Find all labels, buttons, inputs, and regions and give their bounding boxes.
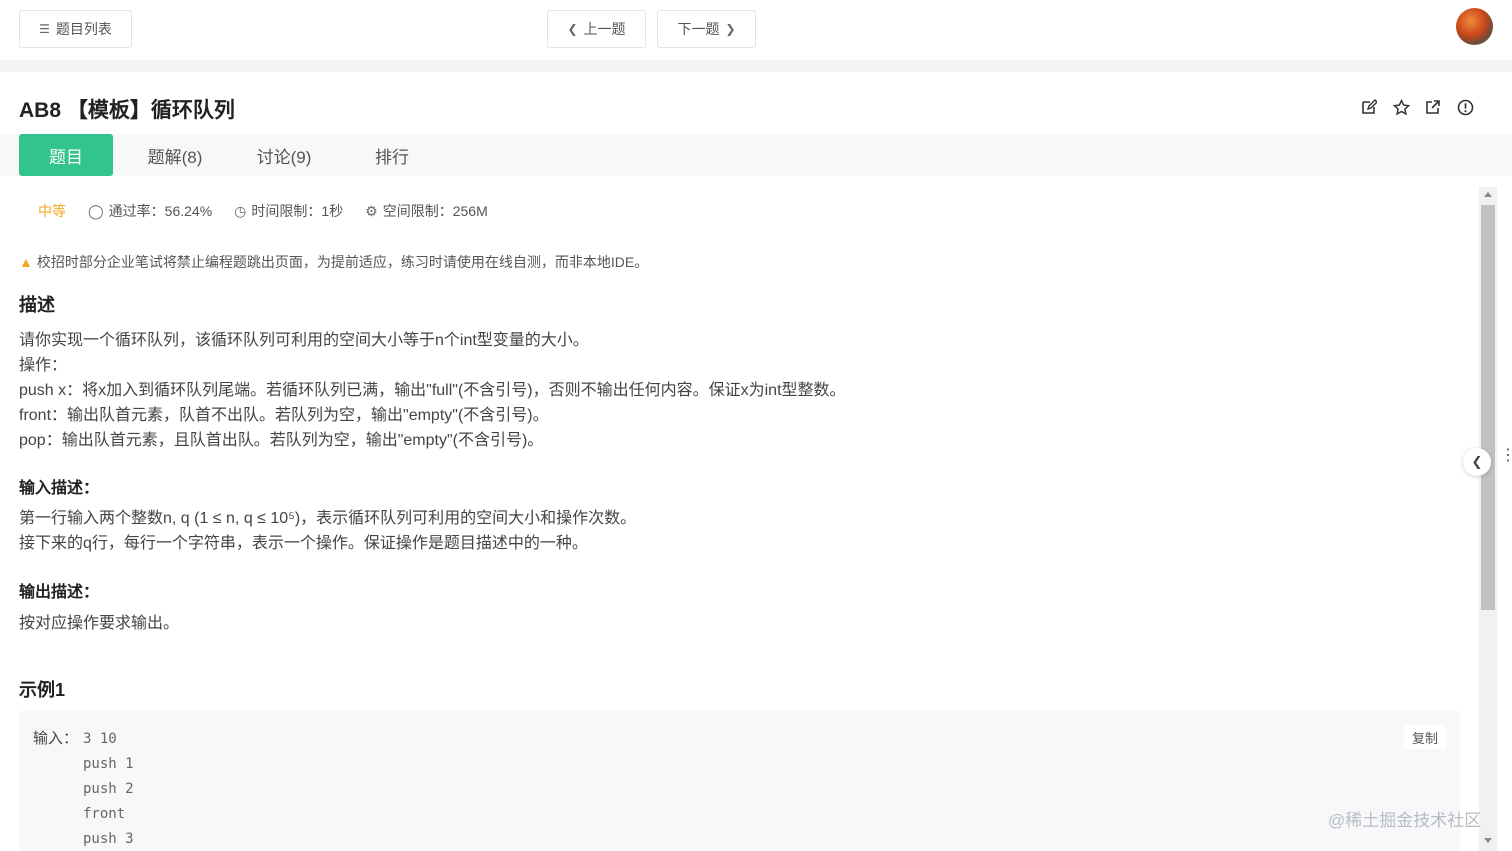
description-line: push x：将x加入到循环队列尾端。若循环队列已满，输出"full"(不含引号… [19,382,846,399]
memory-limit-text: 空间限制：256M [382,203,488,219]
input-body: 第一行输入两个整数n, q (1 ≤ n, q ≤ 10⁵)，表示循环队列可利用… [19,506,636,556]
output-text: 按对应操作要求输出。 [19,615,180,632]
example-input-lines: 3 10 push 1 push 2 front push 3 [83,727,134,851]
scroll-up-arrow-icon[interactable] [1484,192,1492,197]
description-heading: 描述 [19,295,55,315]
tab-problem[interactable]: 题目 [19,134,113,176]
tab-solutions[interactable]: 题解(8) [128,134,222,176]
example-input-label: 输入： [33,730,79,747]
prev-problem-label: 上一题 [583,21,626,37]
difficulty-badge: 中等 [38,203,66,219]
prev-problem-button[interactable]: ❮ 上一题 [547,10,646,48]
description-line: 请你实现一个循环队列，该循环队列可利用的空间大小等于n个int型变量的大小。 [19,332,589,349]
description-body: 请你实现一个循环队列，该循环队列可利用的空间大小等于n个int型变量的大小。 操… [19,328,846,453]
example-line: push 1 [83,756,134,772]
collapse-panel-button[interactable]: ❮ [1463,448,1491,476]
exam-warning: ▲ 校招时部分企业笔试将禁止编程题跳出页面，为提前适应，练习时请使用在线自测，而… [19,252,648,272]
more-options-icon[interactable]: ⋮ [1500,448,1512,464]
page-title: AB8 【模板】循环队列 [19,99,235,122]
output-heading: 输出描述： [19,584,100,601]
top-bar: ☰ 题目列表 ❮ 上一题 下一题 ❯ [0,0,1512,60]
time-limit-text: 时间限制：1秒 [251,203,344,219]
chevron-right-icon: ❯ [725,22,736,36]
problem-tabs: 题目 题解(8) 讨论(9) 排行 [0,134,1512,176]
copy-button[interactable]: 复制 [1404,725,1446,749]
example-block: 输入： 3 10 push 1 push 2 front push 3 复制 [19,711,1460,851]
input-heading: 输入描述： [19,480,100,497]
example-line: push 3 [83,831,134,847]
problem-meta: 中等 ◯ 通过率：56.24% ◷ 时间限制：1秒 ⚙ 空间限制：256M [38,201,510,221]
problem-panel: AB8 【模板】循环队列 题目 题解(8) 讨论(9) 排行 中等 ◯ 通过率：… [0,72,1512,851]
chevron-left-icon: ❮ [1471,454,1483,469]
example-line: 3 10 [83,731,117,747]
input-line: 接下来的q行，每行一个字符串，表示一个操作。保证操作是题目描述中的一种。 [19,535,588,552]
info-icon[interactable] [1456,98,1474,116]
input-line: 第一行输入两个整数n, q (1 ≤ n, q ≤ 10⁵)，表示循环队列可利用… [19,510,637,527]
chip-icon: ⚙ [365,202,378,219]
problem-list-button[interactable]: ☰ 题目列表 [19,10,132,48]
time-limit: ◷ 时间限制：1秒 [234,201,343,221]
description-line: front：输出队首元素，队首不出队。若队列为空，输出"empty"(不含引号)… [19,407,549,424]
warning-icon: ▲ [19,254,33,270]
external-link-icon[interactable] [1424,98,1442,116]
problem-content: 中等 ◯ 通过率：56.24% ◷ 时间限制：1秒 ⚙ 空间限制：256M ▲ … [0,176,1478,851]
star-icon[interactable] [1392,98,1410,116]
example-line: push 2 [83,781,134,797]
next-problem-label: 下一题 [677,21,720,37]
scrollbar-thumb[interactable] [1481,205,1495,610]
list-icon: ☰ [39,22,50,36]
tab-ranking[interactable]: 排行 [345,134,439,176]
chevron-left-icon: ❮ [567,22,578,36]
example-line: front [83,806,126,822]
clock-icon: ◷ [234,202,247,219]
problem-list-label: 题目列表 [55,21,112,37]
memory-limit: ⚙ 空间限制：256M [365,201,488,221]
tab-discussion[interactable]: 讨论(9) [237,134,331,176]
description-line: pop：输出队首元素，且队首出队。若队列为空，输出"empty"(不含引号)。 [19,432,544,449]
warning-text: 校招时部分企业笔试将禁止编程题跳出页面，为提前适应，练习时请使用在线自测，而非本… [36,254,649,270]
edit-icon[interactable] [1360,98,1378,116]
watermark: @稀土掘金技术社区 [1328,811,1482,830]
scroll-down-arrow-icon[interactable] [1484,838,1492,843]
pass-rate: ◯ 通过率：56.24% [88,201,212,221]
avatar[interactable] [1456,8,1493,45]
description-line: 操作： [19,357,68,374]
pass-rate-text: 通过率：56.24% [108,203,213,219]
example-heading: 示例1 [19,680,66,700]
check-circle-icon: ◯ [88,202,104,219]
next-problem-button[interactable]: 下一题 ❯ [657,10,756,48]
title-toolbar [1360,98,1474,116]
